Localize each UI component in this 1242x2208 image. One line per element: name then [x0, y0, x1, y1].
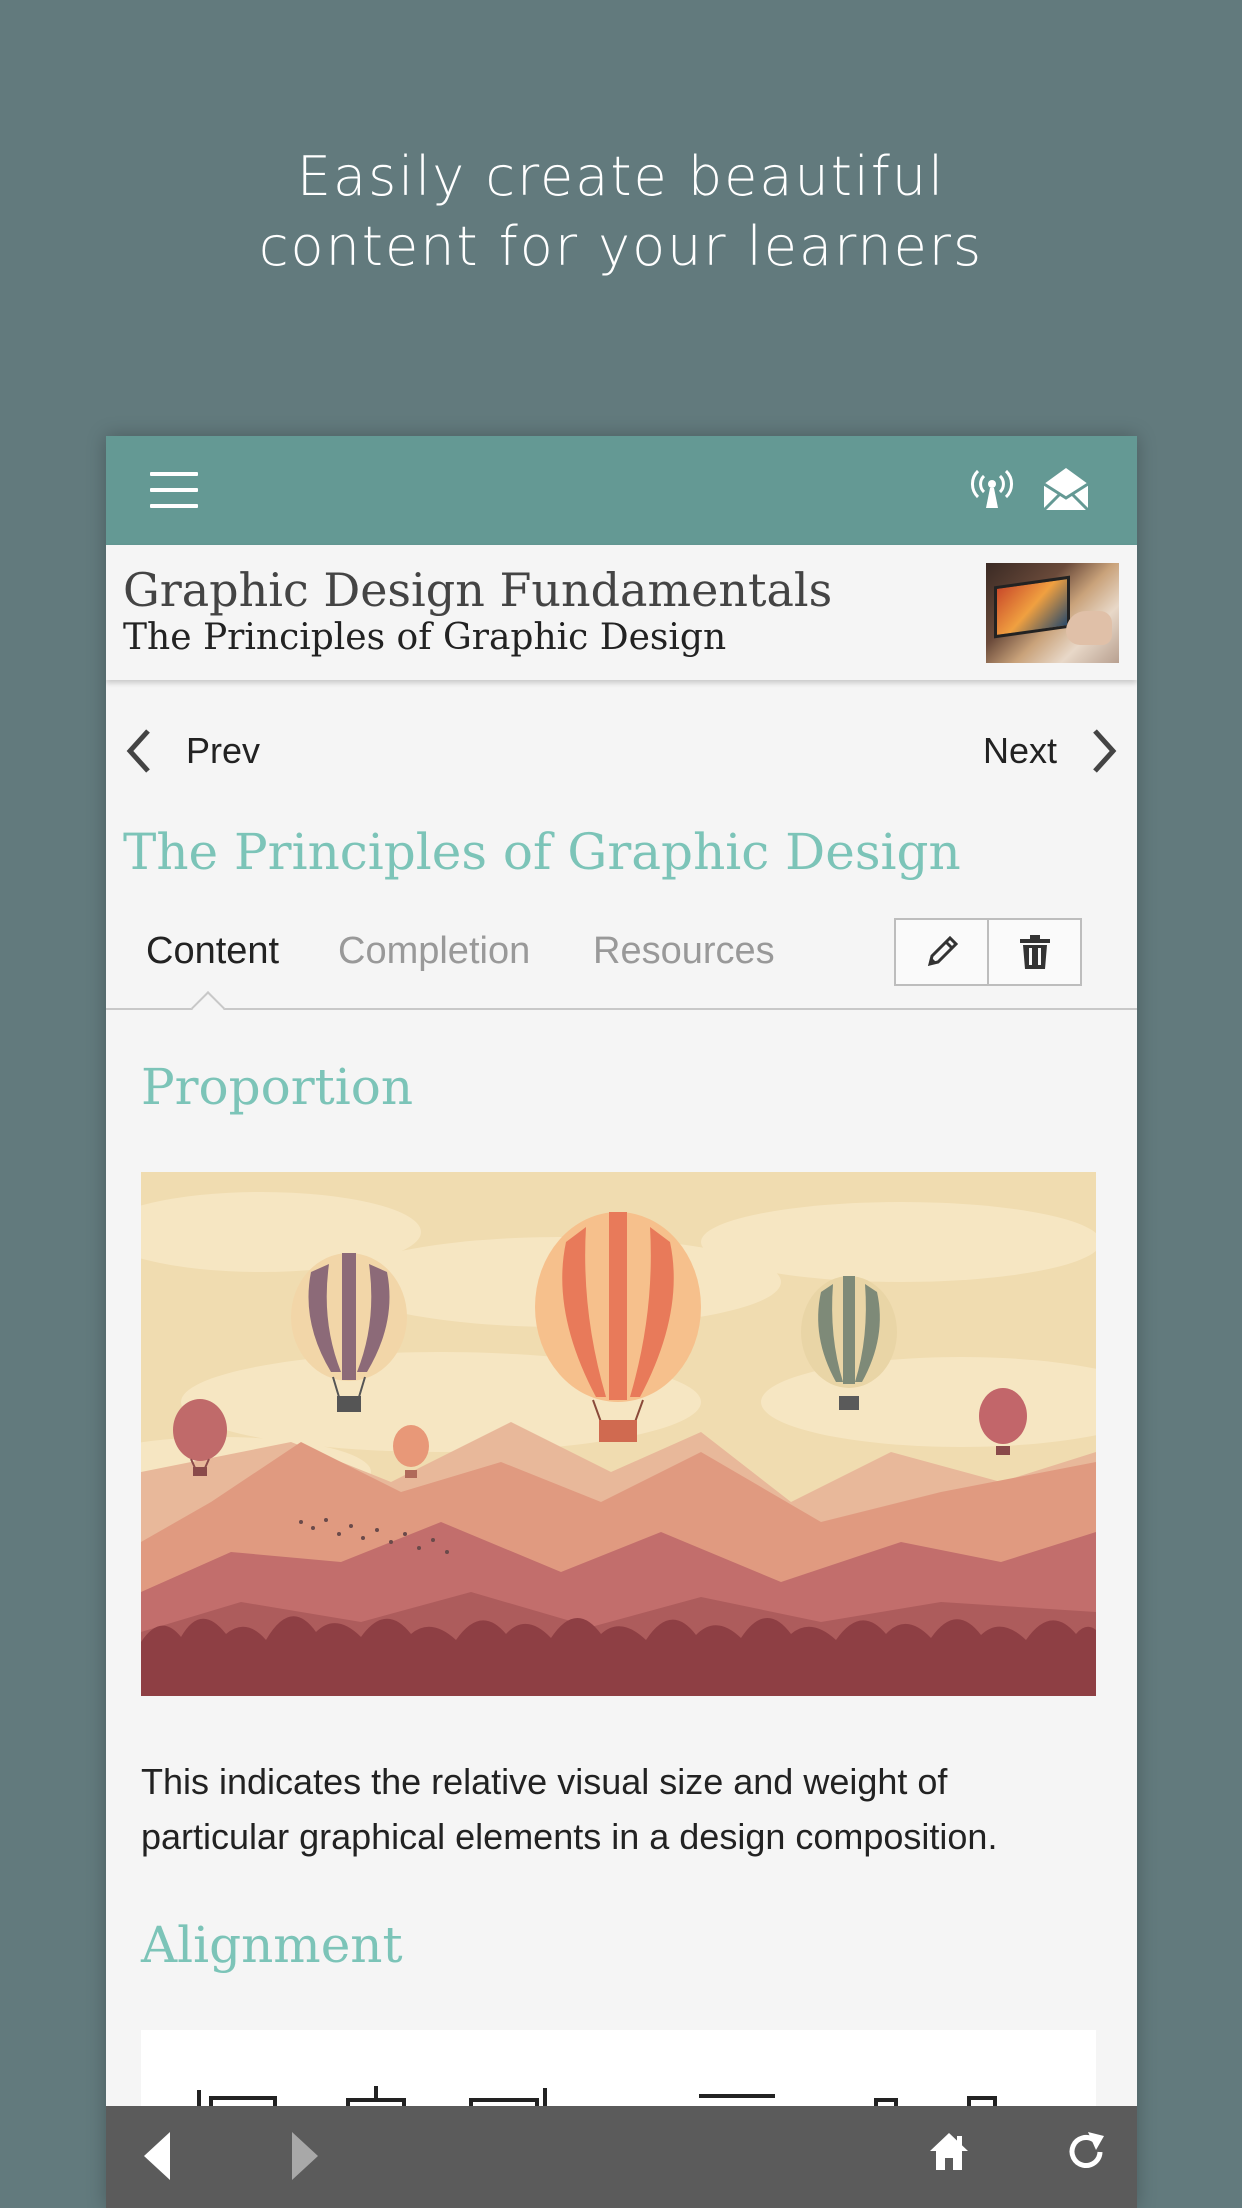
prev-label: Prev: [186, 730, 261, 771]
lesson-navigation: Prev Next: [106, 716, 1137, 786]
chevron-right-icon: [1093, 729, 1117, 773]
course-header: Graphic Design Fundamentals The Principl…: [106, 545, 1137, 680]
course-subtitle: The Principles of Graphic Design: [123, 617, 727, 658]
marketing-headline: Easily create beautiful content for your…: [0, 142, 1242, 282]
section-body-proportion: This indicates the relative visual size …: [141, 1761, 998, 1857]
edit-tools: [894, 918, 1082, 986]
next-button[interactable]: Next: [983, 716, 1119, 786]
course-title: Graphic Design Fundamentals: [123, 563, 833, 617]
section-heading-alignment: Alignment: [141, 1916, 403, 1974]
trash-icon: [1019, 935, 1050, 969]
next-label: Next: [982, 730, 1057, 771]
prev-button[interactable]: Prev: [124, 716, 260, 786]
active-tab-indicator: [191, 991, 225, 1025]
forward-arrow-icon[interactable]: [290, 2130, 322, 2182]
pencil-icon: [927, 935, 958, 967]
tab-resources[interactable]: Resources: [593, 930, 775, 973]
delete-button[interactable]: [987, 920, 1080, 984]
broadcast-icon[interactable]: [970, 466, 1014, 510]
bottom-toolbar: [106, 2106, 1137, 2208]
lesson-title: The Principles of Graphic Design: [123, 823, 961, 881]
balloons-illustration: [141, 1172, 1096, 1696]
edit-button[interactable]: [896, 920, 987, 984]
headline-line-1: Easily create beautiful: [296, 145, 946, 208]
app-screen: Graphic Design Fundamentals The Principl…: [106, 436, 1137, 2208]
chevron-left-icon: [126, 729, 150, 773]
headline-line-2: content for your learners: [258, 215, 984, 278]
course-thumbnail[interactable]: [986, 563, 1119, 663]
tab-content[interactable]: Content: [146, 930, 279, 973]
refresh-icon[interactable]: [1064, 2130, 1108, 2174]
app-bar: [106, 436, 1137, 545]
hamburger-menu-icon[interactable]: [150, 472, 198, 510]
tab-completion[interactable]: Completion: [338, 930, 530, 973]
home-icon[interactable]: [928, 2130, 970, 2172]
mail-icon[interactable]: [1042, 466, 1090, 512]
section-heading-proportion: Proportion: [141, 1058, 414, 1116]
back-arrow-icon[interactable]: [140, 2130, 172, 2182]
